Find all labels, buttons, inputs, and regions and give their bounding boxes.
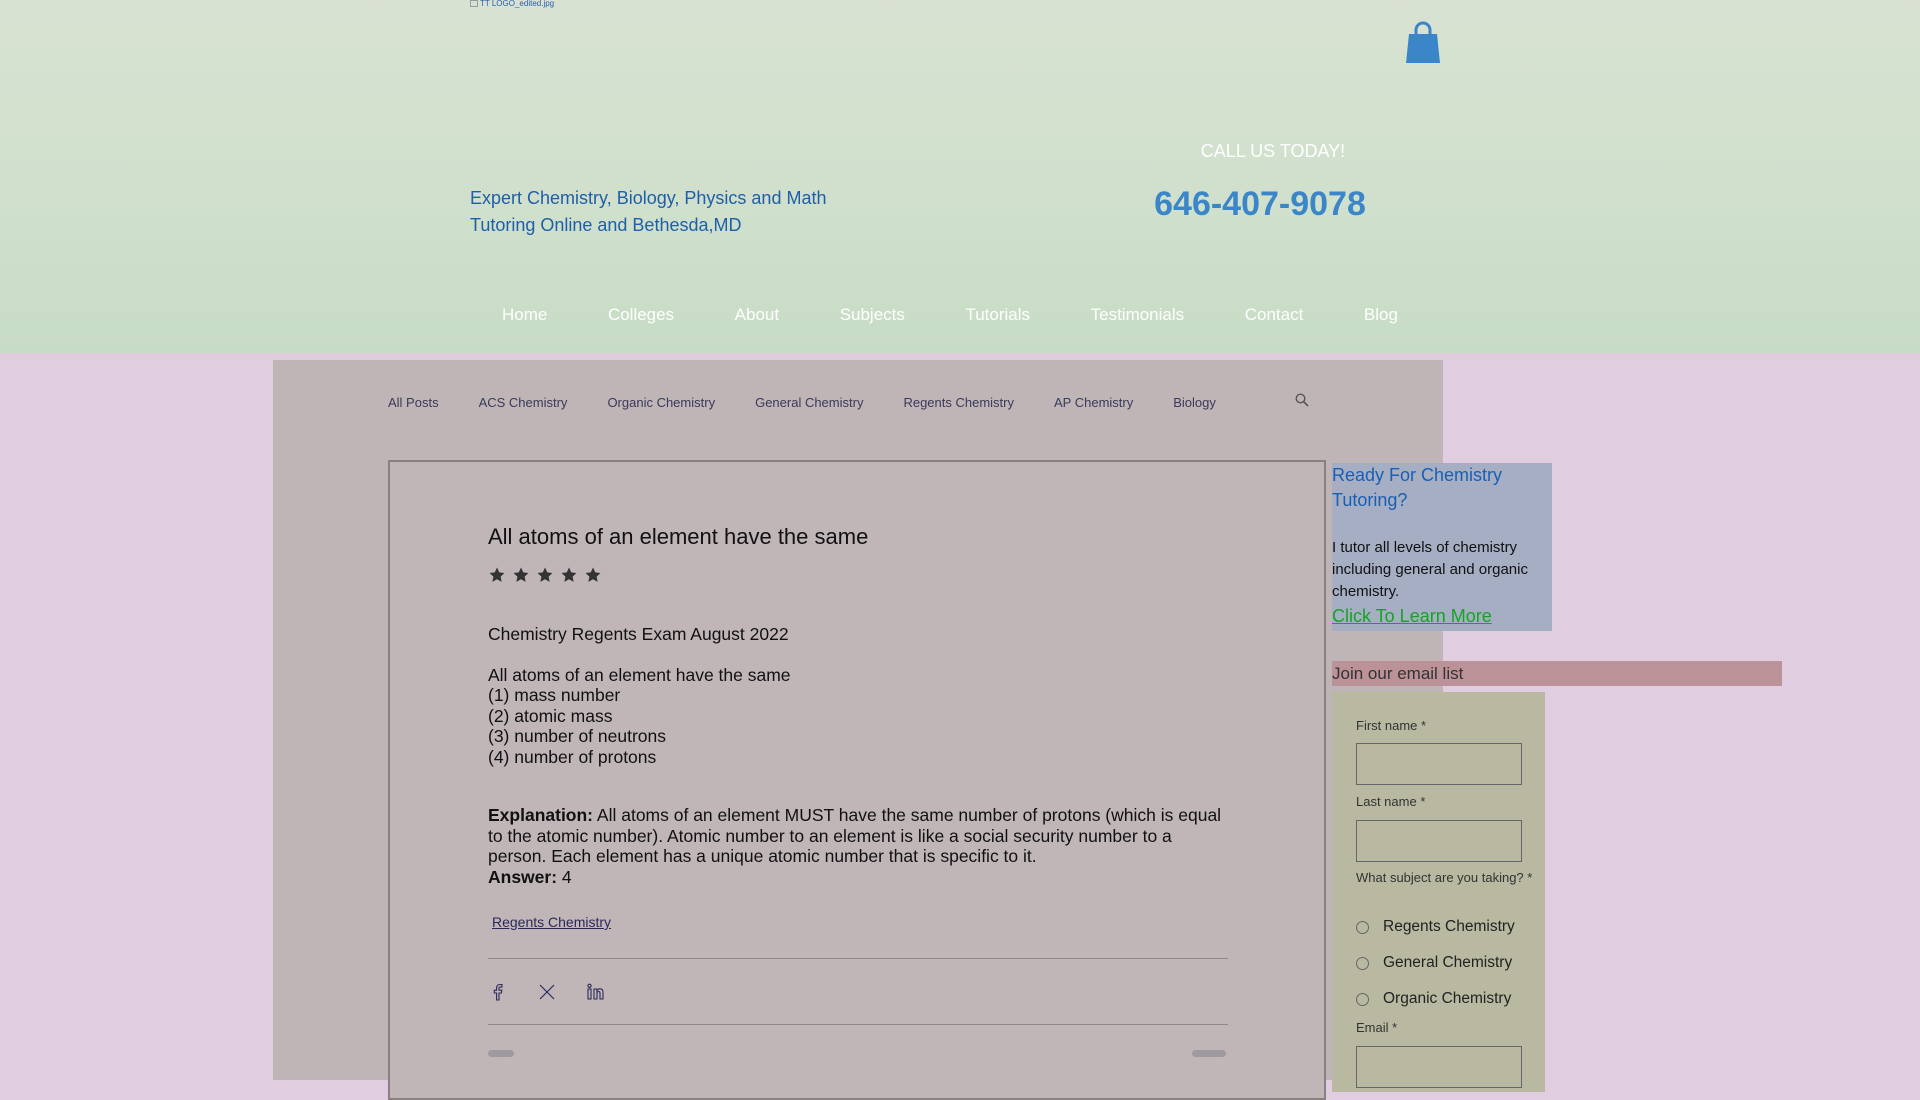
promo-text: I tutor all levels of chemistry includin… (1332, 539, 1528, 600)
nav-testimonials[interactable]: Testimonials (1091, 305, 1185, 335)
promo-title: Ready For Chemistry Tutoring? (1332, 465, 1503, 510)
nav-home[interactable]: Home (502, 305, 547, 335)
phone-number[interactable]: 646-407-9078 (1140, 185, 1380, 224)
explanation-label: Explanation: (488, 805, 594, 825)
category-menu: All Posts ACS Chemistry Organic Chemistr… (388, 392, 1256, 412)
radio-label: General Chemistry (1383, 954, 1513, 971)
star-icon[interactable] (488, 566, 506, 584)
answer-option: (1) mass number (488, 685, 621, 705)
divider (488, 1024, 1228, 1025)
radio-label: Organic Chemistry (1383, 990, 1512, 1007)
logo-alt-text: TT LOGO_edited.jpg (480, 0, 555, 8)
post-title: All atoms of an element have the same (488, 524, 869, 549)
category-regents-chemistry[interactable]: Regents Chemistry (903, 395, 1014, 410)
category-organic-chemistry[interactable]: Organic Chemistry (607, 395, 715, 410)
blog-post: All atoms of an element have the same Ch… (388, 460, 1326, 1100)
search-icon[interactable] (1295, 393, 1309, 407)
star-icon[interactable] (512, 566, 530, 584)
first-name-field[interactable] (1356, 743, 1522, 785)
radio-regents-chemistry[interactable]: Regents Chemistry (1356, 918, 1515, 936)
category-ap-chemistry[interactable]: AP Chemistry (1054, 395, 1133, 410)
email-label: Email * (1356, 1020, 1398, 1035)
category-acs-chemistry[interactable]: ACS Chemistry (479, 395, 568, 410)
site-tagline: Expert Chemistry, Biology, Physics and M… (470, 188, 827, 235)
explanation-text: All atoms of an element MUST have the sa… (488, 805, 1222, 866)
shopping-bag-icon[interactable] (1405, 20, 1441, 64)
subject-label: What subject are you taking? * (1356, 870, 1533, 885)
answer-option: (3) number of neutrons (488, 726, 667, 746)
nav-tutorials[interactable]: Tutorials (965, 305, 1030, 335)
site-header: TT LOGO_edited.jpg Expert Chemistry, Bio… (0, 0, 1920, 353)
radio-organic-chemistry[interactable]: Organic Chemistry (1356, 990, 1511, 1008)
linkedin-icon[interactable] (586, 982, 606, 1002)
radio-circle[interactable] (1356, 956, 1369, 970)
post-body: Chemistry Regents Exam August 2022 All a… (488, 624, 1228, 887)
category-general-chemistry[interactable]: General Chemistry (755, 395, 863, 410)
nav-contact[interactable]: Contact (1245, 305, 1304, 335)
nav-subjects[interactable]: Subjects (840, 305, 905, 335)
radio-circle[interactable] (1356, 992, 1369, 1006)
answer-option: (2) atomic mass (488, 705, 613, 726)
site-logo[interactable]: TT LOGO_edited.jpg (470, 0, 580, 9)
call-label: CALL US TODAY! (1200, 141, 1346, 161)
radio-label: Regents Chemistry (1383, 918, 1515, 935)
last-name-field[interactable] (1356, 820, 1522, 862)
nav-blog[interactable]: Blog (1364, 305, 1398, 335)
email-field[interactable] (1356, 1046, 1522, 1088)
email-list-heading: Join our email list (1332, 661, 1782, 686)
divider (488, 958, 1228, 959)
broken-image-icon (470, 0, 478, 7)
nav-colleges[interactable]: Colleges (608, 305, 674, 335)
last-name-label: Last name * (1356, 794, 1426, 809)
post-heading: Chemistry Regents Exam August 2022 (488, 624, 789, 644)
nav-about[interactable]: About (735, 305, 779, 335)
main-navigation: Home Colleges About Subjects Tutorials T… (470, 305, 1430, 335)
radio-circle[interactable] (1356, 920, 1369, 934)
next-post-link[interactable] (1192, 1050, 1228, 1058)
first-name-label: First name * (1356, 718, 1427, 733)
explanation: Explanation: All atoms of an element MUS… (488, 805, 1228, 867)
answer-value: 4 (557, 866, 572, 887)
tutoring-promo: Ready For Chemistry Tutoring? I tutor al… (1332, 463, 1552, 631)
signup-form: First name * Last name * What subject ar… (1332, 692, 1545, 1092)
answer: Answer: 4 (488, 867, 1228, 888)
facebook-icon[interactable] (488, 982, 508, 1002)
category-all-posts[interactable]: All Posts (388, 395, 439, 410)
category-biology[interactable]: Biology (1173, 395, 1216, 410)
x-icon[interactable] (537, 982, 557, 1002)
star-rating[interactable] (488, 566, 602, 584)
star-icon[interactable] (560, 566, 578, 584)
star-icon[interactable] (584, 566, 602, 584)
post-tag-link[interactable]: Regents Chemistry (492, 914, 611, 930)
answer-label: Answer: (488, 866, 558, 887)
question-text: All atoms of an element have the same (488, 664, 791, 685)
radio-general-chemistry[interactable]: General Chemistry (1356, 954, 1512, 972)
previous-post-link[interactable] (488, 1050, 524, 1058)
star-icon[interactable] (536, 566, 554, 584)
answer-option: (4) number of protons (488, 746, 657, 767)
learn-more-link[interactable]: Click To Learn More (1332, 606, 1492, 627)
